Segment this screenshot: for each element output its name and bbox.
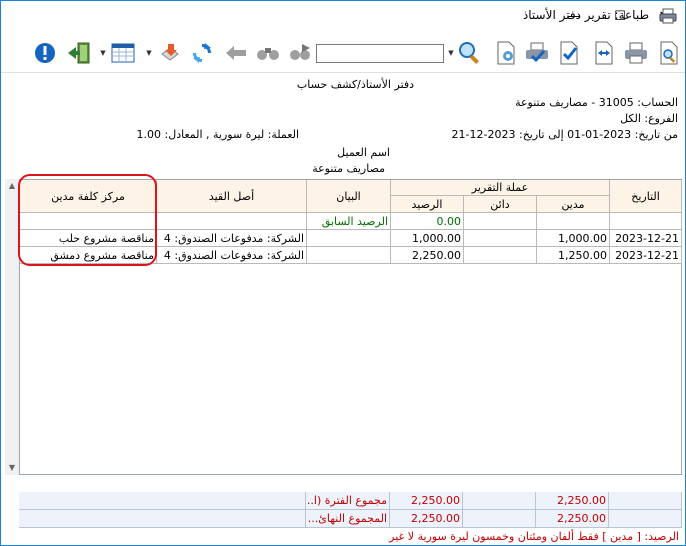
help-button[interactable] [33,41,57,65]
exit-icon [68,42,90,64]
back-icon [226,46,246,60]
header-statement[interactable]: البيان [307,180,391,213]
export-button[interactable] [158,41,182,65]
account-line: الحساب: 31005 - مصاريف متنوعة [515,96,678,109]
currency-line: العملة: ليرة سورية , المعادل: 1.00 [136,128,300,141]
export-icon [161,44,179,61]
grid-layout-button[interactable] [111,41,135,65]
binoculars-button[interactable] [256,41,280,65]
customer-name-label: اسم العميل [337,146,390,159]
print-setup-button[interactable] [525,41,549,65]
help-icon [35,43,55,63]
search-dropdown-arrow[interactable]: ▼ [447,50,455,57]
find-next-button[interactable] [288,41,312,65]
search-input[interactable] [316,44,444,63]
grid-layout-icon [111,43,135,63]
binoculars-icon [257,48,279,60]
report-heading: دفتر الأستاذ/كشف حساب [296,78,414,91]
balance-in-words: الرصيد: [ مدين ] فقط ألفان ومئتان وخمسون… [389,530,679,543]
check-icon [560,41,578,65]
fit-width-button[interactable] [592,41,616,65]
footer-date-cell [609,492,682,510]
header-balance[interactable]: الرصيد [391,196,464,213]
back-button[interactable] [224,41,248,65]
print-setup-icon [526,42,548,63]
page-setup-button[interactable] [494,41,518,65]
debit-cell[interactable]: 1,250.00 [537,247,610,264]
exit-button[interactable] [67,41,91,65]
footer-date-cell [609,510,682,528]
header-date[interactable]: التاريخ [610,180,682,213]
cost-center-cell[interactable]: مناقصة مشروع حلب [20,230,157,247]
print-preview-button[interactable] [657,41,681,65]
header-credit[interactable]: دائن [464,196,537,213]
find-next-icon [290,44,310,60]
ledger-grid: مركز كلفة مدين أصل القيد البيان عملة الت… [19,179,682,475]
statement-cell[interactable] [307,230,391,247]
date-range-line: من تاريخ: 2023-01-01 إلى تاريخ: 2023-12-… [451,128,678,141]
footer-blank-cell [19,510,306,528]
exit-dropdown-arrow[interactable]: ▼ [99,50,107,57]
printer-app-icon [659,8,677,24]
period-total-credit [463,492,536,510]
entry-origin-cell[interactable]: الشركة: مدفوعات الصندوق: 4 [157,247,307,264]
balance-cell[interactable]: 1,000.00 [391,230,464,247]
print-button[interactable] [624,41,648,65]
entry-origin-cell[interactable]: الشركة: مدفوعات الصندوق: 4 [157,230,307,247]
scroll-down-arrow[interactable]: ▼ [5,461,19,475]
customer-name-value: مصاريف متنوعة [312,162,385,175]
check-button[interactable] [557,41,581,65]
footer-blank-cell [19,492,306,510]
totals-footer: مجموع الفترة (ا... 2,250.00 2,250.00 الم… [19,492,682,528]
previous-balance-label: الرصيد السابق [307,213,391,230]
date-cell[interactable]: 2023-12-21 [610,230,682,247]
vertical-scrollbar[interactable]: ▲ ▼ [5,179,19,475]
prev-credit-cell [464,213,537,230]
header-report-currency[interactable]: عملة التقرير [391,180,610,196]
refresh-icon [193,43,211,63]
grid-dropdown-arrow[interactable]: ▼ [145,50,153,57]
header-entry-origin[interactable]: أصل القيد [157,180,307,213]
prev-debit-cell [537,213,610,230]
credit-cell[interactable] [464,247,537,264]
debit-cell[interactable]: 1,000.00 [537,230,610,247]
period-total-debit: 2,250.00 [536,492,609,510]
header-debit[interactable]: مدين [537,196,610,213]
final-total-balance: 2,250.00 [390,510,463,528]
final-total-credit [463,510,536,528]
previous-balance-value: 0.00 [391,213,464,230]
branches-line: الفروع: الكل [620,112,678,125]
date-cell[interactable]: 2023-12-21 [610,247,682,264]
cost-center-cell[interactable]: مناقصة مشروع دمشق [20,247,157,264]
scroll-up-arrow[interactable]: ▲ [5,179,19,193]
header-cost-center[interactable]: مركز كلفة مدين [20,180,157,213]
prev-entry-origin-cell [157,213,307,230]
title-bar: — ☐ ✕ طباعة: تقرير دفتر الأستاذ [1,1,685,31]
window-title: طباعة: تقرير دفتر الأستاذ [522,8,649,22]
statement-cell[interactable] [307,247,391,264]
balance-cell[interactable]: 2,250.00 [391,247,464,264]
period-total-balance: 2,250.00 [390,492,463,510]
printer-icon [625,42,647,64]
refresh-button[interactable] [190,41,214,65]
credit-cell[interactable] [464,230,537,247]
fit-width-icon [595,41,613,65]
period-total-label: مجموع الفترة (ا... [306,492,390,510]
table-row-previous-balance[interactable] [20,213,157,230]
search-button[interactable] [458,41,482,65]
final-total-debit: 2,250.00 [536,510,609,528]
print-preview-icon [660,41,678,65]
final-total-label: المجموع النهائ... [306,510,390,528]
prev-date-cell [610,213,682,230]
print-window: — ☐ ✕ طباعة: تقرير دفتر الأستاذ ▼ ▼ [0,0,686,546]
page-setup-icon [497,41,515,65]
search-icon [459,42,479,64]
